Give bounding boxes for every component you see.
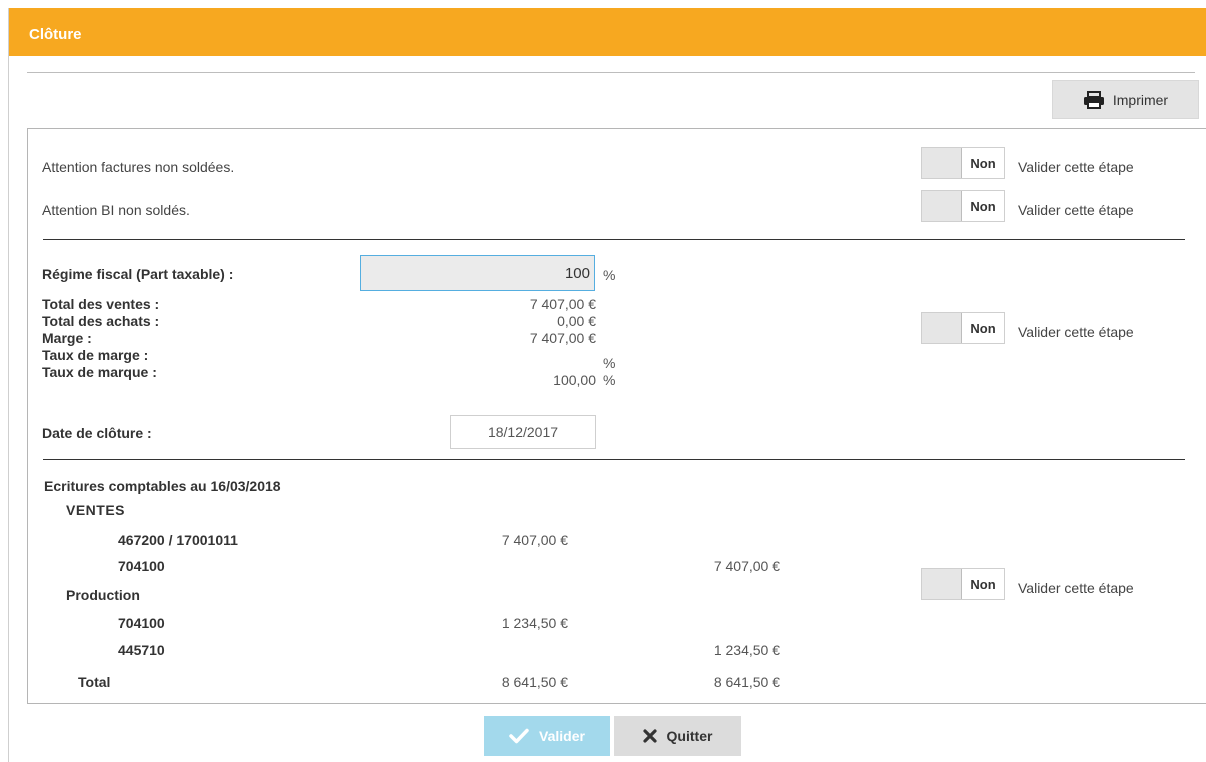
margin-rate-unit: % xyxy=(603,355,616,371)
total-sales-label: Total des ventes : xyxy=(42,296,160,312)
validate-label: Valider xyxy=(539,728,585,744)
markup-rate-unit: % xyxy=(603,372,616,388)
section-divider xyxy=(43,459,1185,460)
close-icon xyxy=(642,729,657,743)
warning-bi: Attention BI non soldés. xyxy=(42,202,190,218)
total-label: Total xyxy=(78,674,111,690)
toggle-knob xyxy=(922,191,962,221)
entry-debit: 7 407,00 € xyxy=(501,532,568,548)
toggle-value: Non xyxy=(962,569,1004,599)
entry-account: 445710 xyxy=(118,642,165,658)
fiscal-regime-input[interactable] xyxy=(360,255,595,291)
closing-panel: Attention factures non soldées. Non Vali… xyxy=(27,128,1206,704)
divider xyxy=(27,72,1195,73)
print-button[interactable]: Imprimer xyxy=(1052,80,1199,119)
quit-button[interactable]: Quitter xyxy=(614,716,741,756)
print-label: Imprimer xyxy=(1112,91,1169,108)
checkmark-icon xyxy=(509,728,529,744)
section-divider xyxy=(43,239,1185,240)
markup-rate-label: Taux de marque : xyxy=(42,364,157,380)
toggle-knob xyxy=(922,569,962,599)
window-title: Clôture xyxy=(9,8,1206,56)
toggle-fiscal-step[interactable]: Non xyxy=(921,312,1005,344)
total-purchases-value: 0,00 € xyxy=(557,313,596,329)
entries-title: Ecritures comptables au 16/03/2018 xyxy=(44,478,281,494)
total-purchases-label: Total des achats : xyxy=(42,313,160,329)
margin-rate-label: Taux de marge : xyxy=(42,347,149,363)
toggle-bi-step[interactable]: Non xyxy=(921,190,1005,222)
fiscal-regime-label: Régime fiscal (Part taxable) : xyxy=(42,266,234,282)
validate-step-label: Valider cette étape xyxy=(1018,202,1134,218)
quit-label: Quitter xyxy=(666,728,713,744)
validate-button[interactable]: Valider xyxy=(484,716,610,756)
validate-step-label: Valider cette étape xyxy=(1018,324,1134,340)
entry-account: 704100 xyxy=(118,615,165,631)
toggle-value: Non xyxy=(962,191,1004,221)
entry-credit: 7 407,00 € xyxy=(713,558,780,574)
closing-window: Clôture Imprimer Attention factures non … xyxy=(8,8,1206,762)
toggle-invoices-step[interactable]: Non xyxy=(921,147,1005,179)
markup-rate-value: 100,00 xyxy=(553,372,596,388)
closing-date-input[interactable] xyxy=(450,415,596,449)
total-debit: 8 641,50 € xyxy=(501,674,568,690)
margin-value: 7 407,00 € xyxy=(529,330,596,346)
toggle-value: Non xyxy=(962,313,1004,343)
journal-production: Production xyxy=(66,587,140,603)
margin-label: Marge : xyxy=(42,330,92,346)
toggle-knob xyxy=(922,313,962,343)
entry-account: 467200 / 17001011 xyxy=(118,532,238,548)
journal-ventes: VENTES xyxy=(66,502,126,518)
closing-date-label: Date de clôture : xyxy=(42,425,152,441)
toggle-entries-step[interactable]: Non xyxy=(921,568,1005,600)
validate-step-label: Valider cette étape xyxy=(1018,159,1134,175)
printer-icon xyxy=(1083,90,1104,109)
validate-step-label: Valider cette étape xyxy=(1018,580,1134,596)
toggle-knob xyxy=(922,148,962,178)
total-sales-value: 7 407,00 € xyxy=(529,296,596,312)
entry-debit: 1 234,50 € xyxy=(501,615,568,631)
toggle-value: Non xyxy=(962,148,1004,178)
entry-account: 704100 xyxy=(118,558,165,574)
entry-credit: 1 234,50 € xyxy=(713,642,780,658)
warning-invoices: Attention factures non soldées. xyxy=(42,159,235,175)
percent-sign: % xyxy=(603,267,616,283)
total-credit: 8 641,50 € xyxy=(713,674,780,690)
